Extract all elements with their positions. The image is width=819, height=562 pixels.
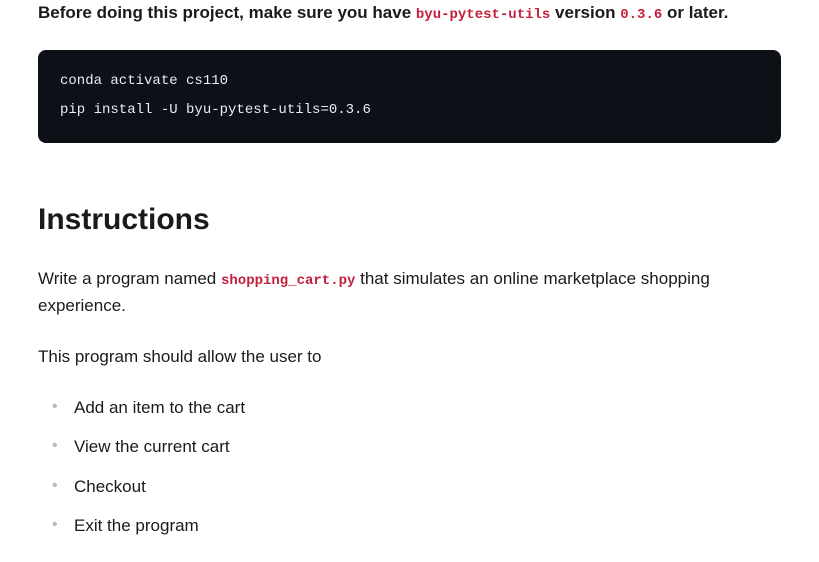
- list-item: View the current cart: [52, 434, 781, 460]
- instructions-para-2: This program should allow the user to: [38, 343, 781, 370]
- para1-prefix: Write a program named: [38, 269, 221, 288]
- list-item: Exit the program: [52, 513, 781, 539]
- intro-prefix: Before doing this project, make sure you…: [38, 3, 416, 22]
- list-item: Checkout: [52, 474, 781, 500]
- intro-suffix: or later.: [662, 3, 728, 22]
- package-name-code: byu-pytest-utils: [416, 7, 550, 23]
- version-code: 0.3.6: [620, 7, 662, 23]
- filename-code: shopping_cart.py: [221, 273, 355, 289]
- list-item: Add an item to the cart: [52, 395, 781, 421]
- intro-middle: version: [550, 3, 620, 22]
- actions-list: Add an item to the cart View the current…: [38, 395, 781, 539]
- intro-paragraph: Before doing this project, make sure you…: [38, 0, 781, 26]
- instructions-heading: Instructions: [38, 203, 781, 237]
- instructions-para-1: Write a program named shopping_cart.py t…: [38, 265, 781, 320]
- install-code-block: conda activate cs110 pip install -U byu-…: [38, 50, 781, 143]
